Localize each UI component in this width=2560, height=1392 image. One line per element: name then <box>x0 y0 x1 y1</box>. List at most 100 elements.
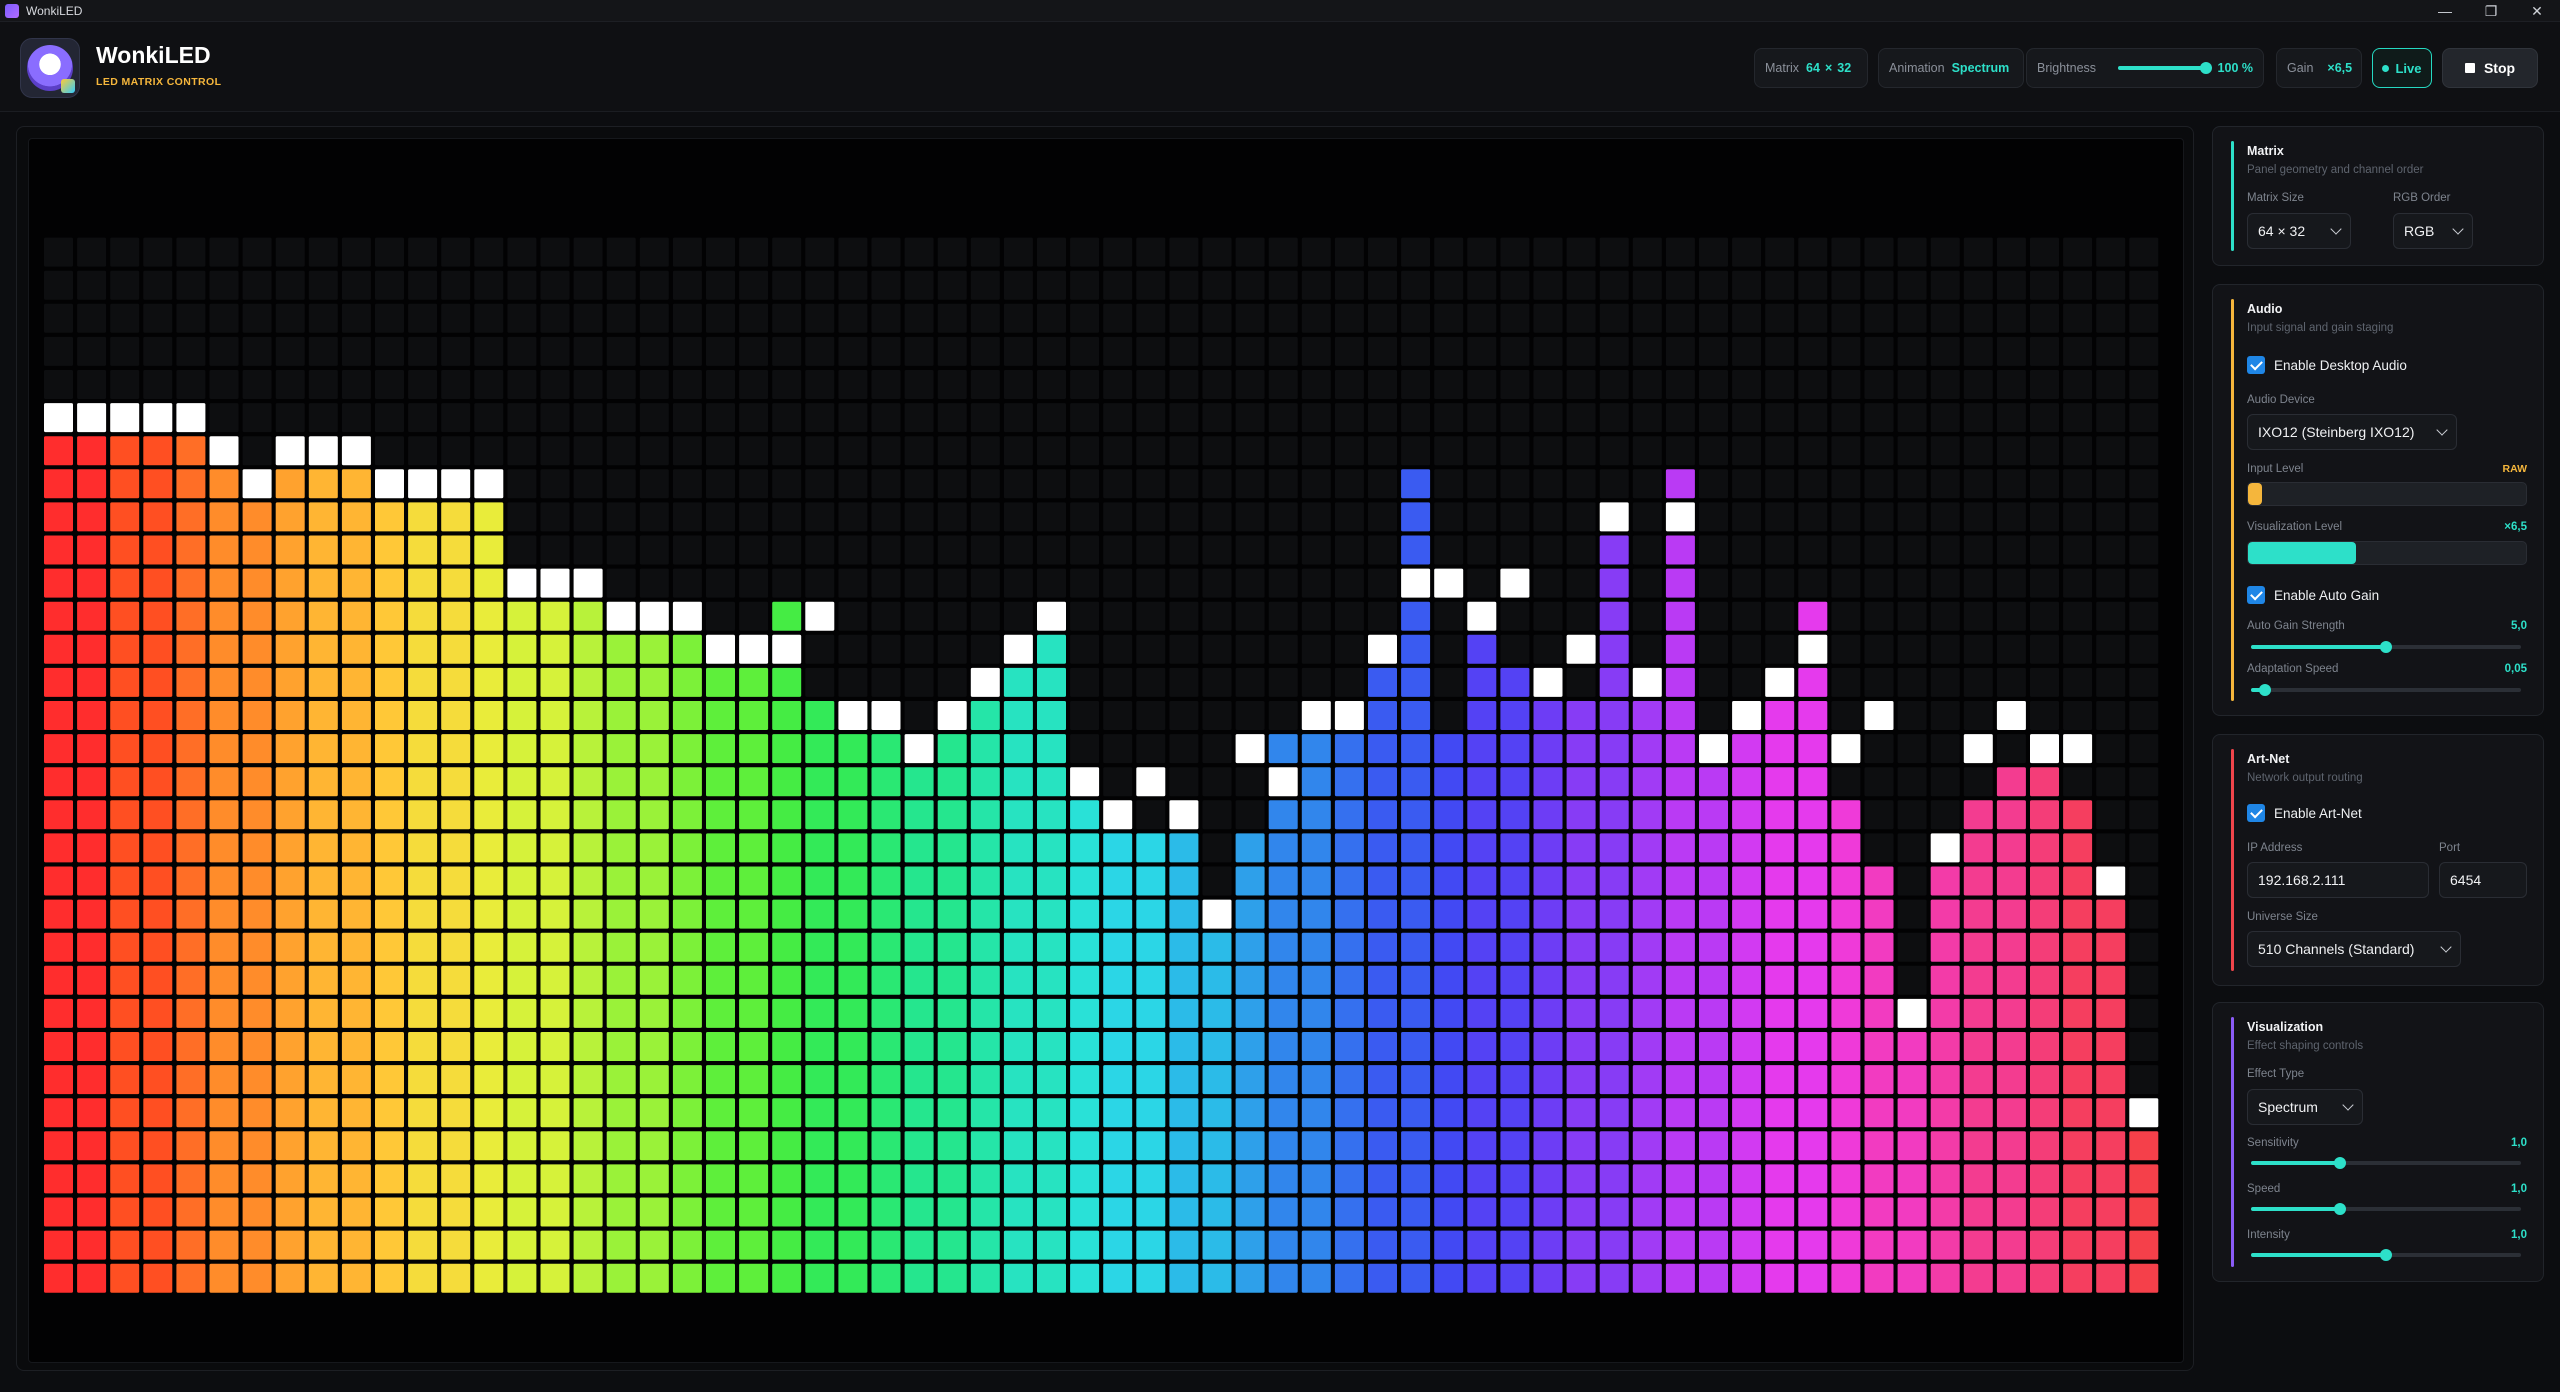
led-off <box>871 469 901 499</box>
led-off <box>1897 634 1927 664</box>
effect-type-select[interactable]: Spectrum <box>2247 1089 2363 1125</box>
led-off <box>1732 469 1762 499</box>
led-lit <box>1500 1230 1530 1260</box>
brightness-slider-knob[interactable] <box>2199 62 2212 74</box>
input-level-label: Input Level <box>2247 463 2304 475</box>
universe-size-select[interactable]: 510 Channels (Standard) <box>2247 931 2461 967</box>
minimize-button[interactable]: — <box>2422 0 2468 22</box>
chevron-down-icon <box>2436 424 2448 436</box>
led-lit <box>1169 998 1199 1028</box>
led-lit <box>341 866 371 896</box>
led-lit <box>1566 1098 1596 1128</box>
speed-slider-knob[interactable] <box>2334 1203 2347 1215</box>
led-off <box>805 667 835 697</box>
led-lit <box>1996 1263 2026 1293</box>
led-off <box>1963 535 1993 565</box>
led-lit <box>1334 734 1364 764</box>
led-lit <box>805 1065 835 1095</box>
led-off <box>1996 436 2026 466</box>
enable-artnet-checkbox[interactable]: Enable Art-Net <box>2247 804 2362 822</box>
led-off <box>1897 601 1927 631</box>
led-off <box>242 303 272 333</box>
led-lit <box>1434 932 1464 962</box>
maximize-button[interactable]: ❐ <box>2468 0 2514 22</box>
led-lit <box>209 932 239 962</box>
led-lit <box>1401 1263 1431 1293</box>
led-off <box>408 303 438 333</box>
audio-device-select[interactable]: IXO12 (Steinberg IXO12) <box>2247 414 2457 450</box>
led-lit <box>408 899 438 929</box>
led-lit <box>1996 767 2026 797</box>
led-lit <box>474 1131 504 1161</box>
led-lit <box>209 701 239 730</box>
auto-gain-slider[interactable] <box>2251 641 2521 653</box>
led-off <box>2129 1032 2159 1061</box>
universe-size-label: Universe Size <box>2247 911 2318 923</box>
led-lit <box>573 965 603 995</box>
ip-address-input[interactable]: 192.168.2.111 <box>2247 862 2429 898</box>
led-lit <box>1732 1098 1762 1128</box>
live-button[interactable]: Live <box>2372 48 2432 88</box>
led-lit <box>1798 1131 1828 1161</box>
adaptation-speed-slider[interactable] <box>2251 684 2521 696</box>
rgb-order-select[interactable]: RGB <box>2393 213 2473 249</box>
led-lit <box>772 1263 802 1293</box>
led-lit <box>375 1197 404 1227</box>
led-lit <box>1136 965 1166 995</box>
led-lit <box>573 866 603 896</box>
port-input[interactable]: 6454 <box>2439 862 2527 898</box>
led-lit <box>110 998 140 1028</box>
led-lit <box>44 866 73 896</box>
intensity-slider[interactable] <box>2251 1249 2521 1261</box>
stop-button[interactable]: Stop <box>2442 48 2538 88</box>
led-off <box>474 403 504 433</box>
led-lit <box>341 1230 371 1260</box>
led-off <box>871 535 901 565</box>
led-lit <box>1996 965 2026 995</box>
led-lit <box>408 535 438 565</box>
adaptation-speed-slider-knob[interactable] <box>2258 684 2271 696</box>
led-lit <box>606 701 636 730</box>
led-off <box>1235 370 1265 399</box>
led-lit <box>1699 1230 1728 1260</box>
led-off <box>1103 370 1133 399</box>
led-lit <box>672 701 702 730</box>
auto-gain-slider-knob[interactable] <box>2380 641 2392 653</box>
led-off <box>1566 403 1596 433</box>
led-lit <box>540 1065 570 1095</box>
enable-desktop-audio-checkbox[interactable]: Enable Desktop Audio <box>2247 356 2407 374</box>
led-lit <box>805 767 835 797</box>
led-off <box>1434 403 1464 433</box>
intensity-slider-knob[interactable] <box>2380 1249 2392 1261</box>
led-lit <box>1003 800 1033 830</box>
led-lit <box>1334 998 1364 1028</box>
enable-auto-gain-label: Enable Auto Gain <box>2274 587 2380 603</box>
led-off <box>1070 270 1100 300</box>
brightness-slider[interactable] <box>2118 62 2212 74</box>
led-lit <box>772 701 802 730</box>
led-lit <box>672 866 702 896</box>
led-off <box>110 370 140 399</box>
sensitivity-slider-knob[interactable] <box>2334 1157 2347 1169</box>
led-lit <box>1401 767 1431 797</box>
enable-auto-gain-checkbox[interactable]: Enable Auto Gain <box>2247 586 2379 604</box>
led-lit <box>606 1131 636 1161</box>
led-peak <box>242 469 272 499</box>
matrix-size-select[interactable]: 64 × 32 <box>2247 213 2351 249</box>
sensitivity-slider[interactable] <box>2251 1157 2521 1169</box>
led-lit <box>937 965 967 995</box>
led-lit <box>772 1164 802 1194</box>
led-off <box>1434 601 1464 631</box>
led-off <box>2063 667 2093 697</box>
led-lit <box>209 965 239 995</box>
led-lit <box>1301 1131 1331 1161</box>
speed-slider[interactable] <box>2251 1203 2521 1215</box>
led-lit <box>838 734 868 764</box>
led-lit <box>176 502 206 532</box>
led-lit <box>1070 1131 1100 1161</box>
led-lit <box>2030 1098 2059 1128</box>
led-lit <box>706 800 735 830</box>
close-button[interactable]: ✕ <box>2514 0 2560 22</box>
led-lit <box>408 1032 438 1061</box>
led-off <box>143 270 173 300</box>
